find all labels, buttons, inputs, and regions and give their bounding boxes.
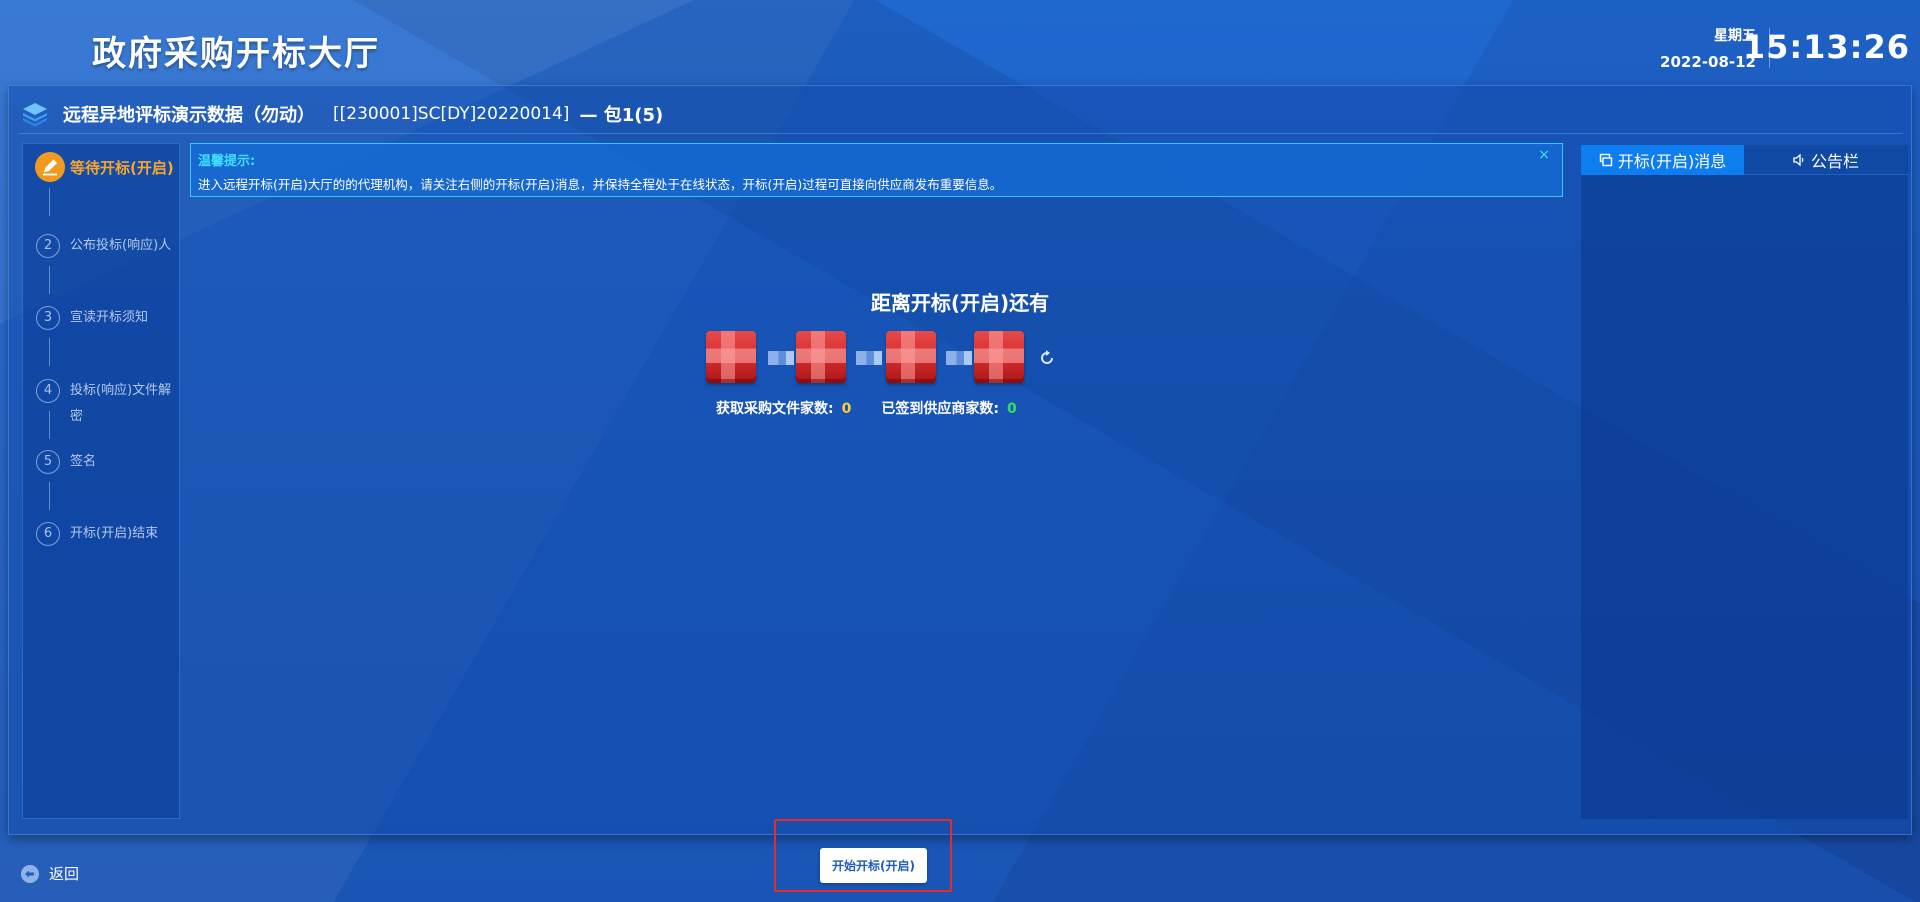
countdown-stats: 获取采购文件家数: 0 已签到供应商家数: 0 (716, 398, 1017, 418)
countdown-hours-block (796, 331, 846, 383)
start-opening-button[interactable]: 开始开标(开启) (820, 848, 927, 883)
tip-banner: 温馨提示: 进入远程开标(开启)大厅的的代理机构，请关注右侧的开标(开启)消息，… (190, 143, 1563, 197)
countdown-days-block (706, 331, 756, 383)
countdown-seconds-block (974, 331, 1024, 383)
step-number: 5 (36, 450, 60, 474)
countdown-minutes-block (886, 331, 936, 383)
step-label: 签名 (70, 454, 97, 469)
countdown-separator (946, 351, 972, 365)
steps-sidebar: 等待开标(开启) 2 公布投标(响应)人 3 宣读开标须知 4 投标(响应)文件… (22, 143, 180, 819)
step-connector (49, 411, 50, 439)
back-arrow-icon (21, 864, 39, 883)
step-number: 6 (36, 522, 60, 546)
back-label: 返回 (49, 865, 80, 883)
package-label: — 包1(5) (579, 104, 664, 126)
project-code: [[230001]SC[DY]20220014] (333, 103, 570, 124)
step-label: 等待开标(开启) (70, 159, 174, 177)
date: 2022-08-12 (1660, 53, 1756, 71)
message-tabs: 开标(开启)消息 公告栏 (1581, 145, 1908, 175)
step-connector (49, 482, 50, 510)
project-header: 远程异地评标演示数据（勿动） [[230001]SC[DY]20220014] … (19, 94, 1903, 134)
message-icon (1599, 153, 1612, 167)
step-label: 开标(开启)结束 (70, 526, 159, 541)
close-icon[interactable]: × (1538, 147, 1550, 163)
countdown-separator (856, 351, 882, 365)
pencil-icon (35, 152, 65, 182)
tab-label: 公告栏 (1810, 152, 1859, 171)
stat-label-documents: 获取采购文件家数: (716, 401, 834, 417)
stat-label-checked-in: 已签到供应商家数: (881, 401, 999, 417)
refresh-icon[interactable] (1038, 349, 1056, 367)
tab-bulletin-board[interactable]: 公告栏 (1744, 145, 1907, 175)
step-number: 2 (36, 234, 60, 258)
step-connector (49, 338, 50, 366)
tab-opening-messages[interactable]: 开标(开启)消息 (1581, 145, 1744, 175)
countdown-timer (706, 331, 1066, 383)
layers-icon (23, 102, 47, 126)
project-name: 远程异地评标演示数据（勿动） (63, 104, 315, 126)
stat-value-documents: 0 (841, 401, 852, 417)
message-panel: 开标(开启)消息 公告栏 (1581, 145, 1908, 819)
speaker-icon (1793, 153, 1804, 167)
countdown-title: 距离开标(开启)还有 (870, 291, 1050, 315)
stat-value-checked-in: 0 (1006, 401, 1017, 417)
clock: 15:13:26 (1742, 28, 1910, 66)
app-title: 政府采购开标大厅 (92, 34, 380, 74)
tip-title: 温馨提示: (198, 154, 256, 169)
countdown-separator (768, 351, 794, 365)
back-button[interactable]: 返回 (20, 863, 79, 884)
weekday: 星期五 (1714, 28, 1756, 44)
step-number: 4 (36, 379, 60, 403)
main-panel: 远程异地评标演示数据（勿动） [[230001]SC[DY]20220014] … (8, 85, 1912, 835)
tab-label: 开标(开启)消息 (1617, 152, 1727, 171)
step-connector (49, 188, 50, 216)
date-block: 星期五 2022-08-12 (1660, 27, 1756, 73)
step-label: 公布投标(响应)人 (70, 238, 172, 253)
tip-text: 进入远程开标(开启)大厅的的代理机构，请关注右侧的开标(开启)消息，并保持全程处… (198, 177, 1003, 192)
step-label: 投标(响应)文件解密 (70, 383, 172, 424)
